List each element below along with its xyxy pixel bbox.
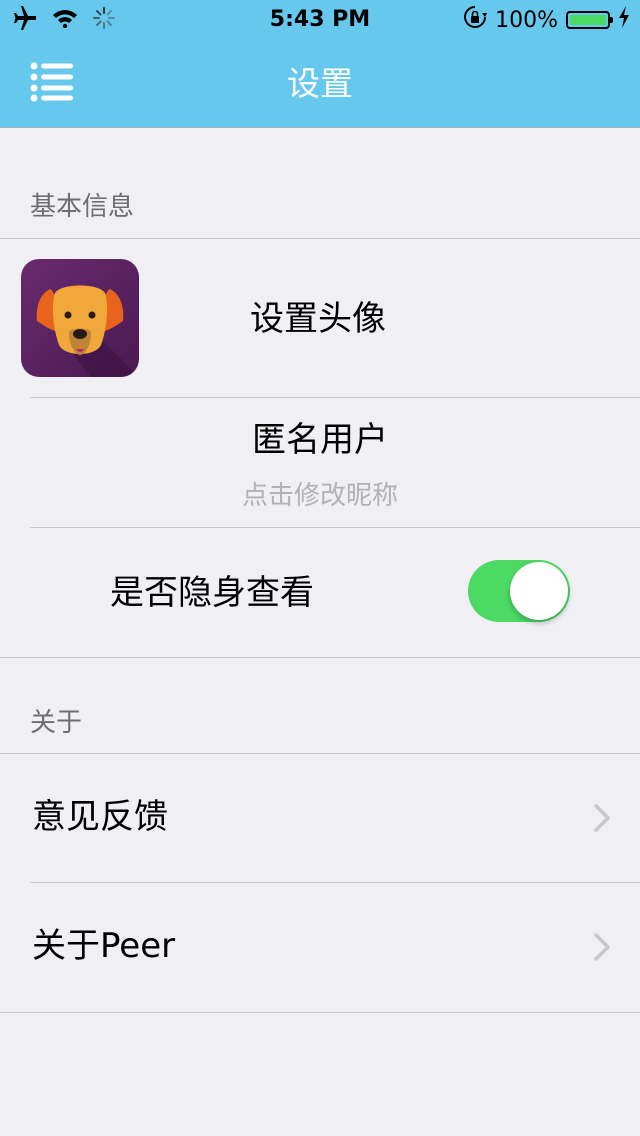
toggle-knob — [510, 562, 568, 620]
set-avatar-label[interactable]: 设置头像 — [250, 297, 386, 341]
divider — [30, 527, 640, 528]
divider — [0, 1012, 640, 1013]
incognito-label: 是否隐身查看 — [110, 573, 314, 613]
page-title: 设置 — [287, 64, 353, 103]
status-bar: 5:43 PM 100% — [0, 0, 640, 40]
nickname-label[interactable]: 匿名用户 — [0, 418, 640, 462]
chevron-right-icon — [592, 932, 612, 962]
section-header-about: 关于 — [30, 708, 83, 738]
charging-bolt-icon — [618, 6, 630, 34]
about-peer-label: 关于Peer — [32, 926, 176, 966]
top-bar: 5:43 PM 100% 设置 — [0, 0, 640, 128]
navigation-bar: 设置 — [0, 40, 640, 128]
about-peer-row[interactable]: 关于Peer — [0, 883, 640, 1011]
divider — [30, 397, 640, 398]
incognito-toggle[interactable] — [468, 560, 570, 622]
divider — [0, 238, 640, 239]
dog-avatar-image — [21, 259, 139, 377]
feedback-label: 意见反馈 — [32, 797, 168, 837]
nav-divider — [0, 127, 640, 128]
nickname-hint: 点击修改昵称 — [241, 481, 398, 511]
rotation-lock-icon — [463, 5, 488, 35]
settings-screen: 5:43 PM 100% 设置 基本信息 设置头像 匿名用户 点击修改昵称 是否… — [0, 0, 640, 1136]
battery-percent: 100% — [495, 7, 558, 33]
avatar[interactable] — [21, 259, 139, 377]
section-header-basic-info: 基本信息 — [30, 192, 135, 222]
chevron-right-icon — [592, 803, 612, 833]
feedback-row[interactable]: 意见反馈 — [0, 754, 640, 882]
divider — [0, 657, 640, 658]
battery-icon — [566, 11, 613, 29]
status-right-icons: 100% — [463, 6, 630, 34]
